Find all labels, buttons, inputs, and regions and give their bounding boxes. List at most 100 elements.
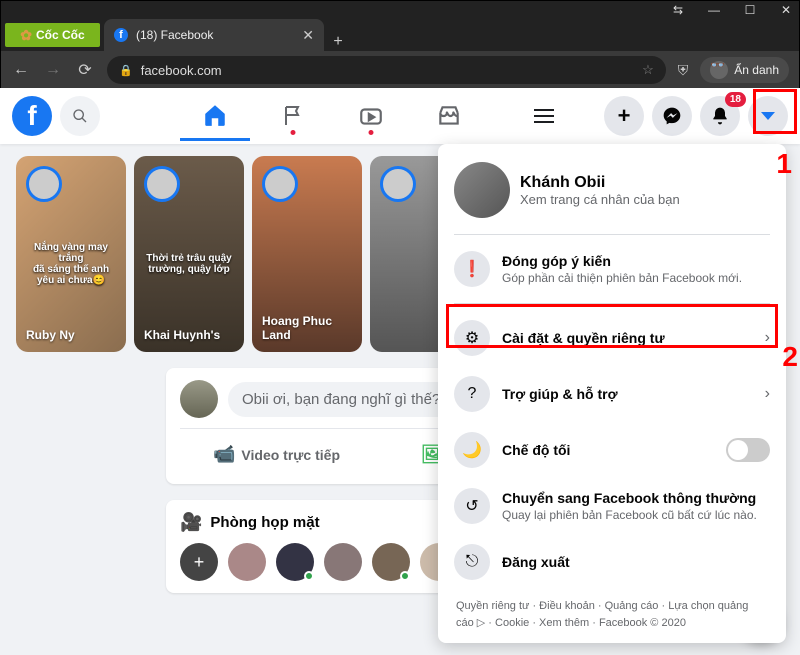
logout-label: Đăng xuất (502, 554, 570, 570)
story-card[interactable]: Nắng vàng may trắng đã sáng thế anh yêu … (16, 156, 126, 352)
room-friend-avatar[interactable] (372, 543, 410, 581)
room-friend-avatar[interactable] (228, 543, 266, 581)
dropdown-settings-privacy[interactable]: ⚙ Cài đặt & quyền riêng tư › (446, 310, 778, 366)
create-room-button[interactable]: + (180, 543, 218, 581)
story-caption: Nắng vàng may trắng đã sáng thế anh yêu … (22, 242, 121, 286)
search-button[interactable] (60, 96, 100, 136)
window-swap-icon[interactable]: ⇆ (671, 3, 685, 17)
menu-hamburger[interactable] (524, 96, 564, 136)
story-author: Khai Huynh's (144, 328, 234, 342)
story-author: Hoang Phuc Land (262, 314, 352, 342)
nav-marketplace[interactable] (414, 91, 484, 141)
url-text: facebook.com (141, 63, 222, 78)
facebook-favicon-icon: f (114, 28, 128, 42)
story-author: Ruby Ny (26, 328, 116, 342)
messenger-icon (662, 106, 682, 126)
moon-icon: 🌙 (454, 432, 490, 468)
help-label: Trợ giúp & hỗ trợ (502, 386, 618, 402)
star-icon[interactable]: ☆ (642, 62, 654, 78)
tab-strip: Cốc Cốc f (18) Facebook ✕ + (1, 19, 799, 51)
forward-icon[interactable]: → (43, 61, 63, 79)
bell-icon (710, 106, 730, 126)
account-menu-button[interactable] (748, 96, 788, 136)
room-friend-avatar[interactable] (276, 543, 314, 581)
new-tab-button[interactable]: + (324, 33, 352, 51)
chevron-right-icon: › (765, 329, 770, 347)
reload-icon[interactable]: ⟳ (75, 60, 95, 80)
story-card[interactable]: Thời trẻ trâu quậy trường, quậy lớp Khai… (134, 156, 244, 352)
window-minimize-icon[interactable]: — (707, 3, 721, 17)
separator (454, 234, 770, 235)
annotation-number-1: 1 (776, 148, 792, 180)
nav-pages[interactable] (258, 91, 328, 141)
dropdown-classic-fb[interactable]: ↺ Chuyển sang Facebook thông thường Quay… (446, 478, 778, 534)
flag-icon (281, 104, 305, 128)
switch-icon: ↺ (454, 488, 490, 524)
coccoc-brand-button[interactable]: Cốc Cốc (5, 23, 100, 47)
shield-icon[interactable]: ⛨ (678, 62, 689, 79)
plus-icon: + (618, 103, 631, 129)
story-avatar (144, 166, 180, 202)
window-titlebar: ⇆ — ☐ ✕ (1, 1, 799, 19)
home-icon (202, 102, 228, 128)
separator (454, 303, 770, 304)
dark-label: Chế độ tối (502, 442, 570, 458)
messenger-button[interactable] (652, 96, 692, 136)
right-nav: + 18 (604, 96, 788, 136)
story-caption: Thời trẻ trâu quậy trường, quậy lớp (140, 253, 239, 275)
facebook-page: f + (0, 88, 800, 655)
notifications-button[interactable]: 18 (700, 96, 740, 136)
online-dot-icon (400, 571, 410, 581)
settings-label: Cài đặt & quyền riêng tư (502, 330, 665, 346)
live-video-label: Video trực tiếp (241, 447, 340, 463)
dropdown-help-support[interactable]: ? Trợ giúp & hỗ trợ › (446, 366, 778, 422)
live-video-button[interactable]: 📹 Video trực tiếp (180, 437, 373, 472)
url-input[interactable]: 🔒 facebook.com ☆ (107, 56, 666, 84)
avatar[interactable] (180, 380, 218, 418)
feedback-icon: ❗ (454, 251, 490, 287)
online-dot-icon (304, 571, 314, 581)
window-maximize-icon[interactable]: ☐ (743, 3, 757, 17)
incognito-icon (710, 61, 728, 79)
profile-sublabel: Xem trang cá nhân của bạn (520, 192, 680, 207)
browser-tab-facebook[interactable]: f (18) Facebook ✕ (104, 19, 324, 51)
rooms-title: Phòng họp mặt (210, 514, 319, 531)
search-icon (72, 108, 88, 124)
facebook-logo-icon[interactable]: f (12, 96, 52, 136)
nav-home[interactable] (180, 91, 250, 141)
notification-badge: 18 (725, 92, 746, 107)
classic-title: Chuyển sang Facebook thông thường (502, 490, 757, 506)
dropdown-footer-links[interactable]: Quyền riêng tư · Điều khoản · Quảng cáo … (446, 590, 778, 635)
lock-icon: 🔒 (119, 64, 133, 77)
notification-dot-icon (291, 130, 296, 135)
video-camera-icon: 📹 (213, 444, 235, 465)
logout-icon: ⎋ (454, 544, 490, 580)
account-dropdown: Khánh Obii Xem trang cá nhân của bạn ❗ Đ… (438, 144, 786, 643)
story-avatar (26, 166, 62, 202)
room-friend-avatar[interactable] (324, 543, 362, 581)
story-card[interactable]: Hoang Phuc Land (252, 156, 362, 352)
story-avatar (380, 166, 416, 202)
window-close-icon[interactable]: ✕ (779, 3, 793, 17)
notification-dot-icon (369, 130, 374, 135)
classic-sub: Quay lại phiên bản Facebook cũ bất cứ lú… (502, 508, 757, 522)
dropdown-logout[interactable]: ⎋ Đăng xuất (446, 534, 778, 590)
create-button[interactable]: + (604, 96, 644, 136)
watch-icon (358, 103, 384, 129)
nav-watch[interactable] (336, 91, 406, 141)
dropdown-profile-link[interactable]: Khánh Obii Xem trang cá nhân của bạn (446, 152, 778, 228)
incognito-badge[interactable]: Ẩn danh (700, 57, 789, 83)
dark-mode-toggle[interactable] (726, 438, 770, 462)
annotation-number-2: 2 (782, 341, 798, 373)
story-avatar (262, 166, 298, 202)
dropdown-feedback[interactable]: ❗ Đóng góp ý kiến Góp phần cải thiện phi… (446, 241, 778, 297)
feedback-sub: Góp phần cải thiện phiên bản Facebook mớ… (502, 271, 742, 285)
rooms-camera-icon: 🎥 (180, 512, 202, 533)
dropdown-dark-mode[interactable]: 🌙 Chế độ tối (446, 422, 778, 478)
facebook-topnav: f + (0, 88, 800, 144)
back-icon[interactable]: ← (11, 61, 31, 79)
chevron-right-icon: › (765, 385, 770, 403)
browser-chrome: ⇆ — ☐ ✕ Cốc Cốc f (18) Facebook ✕ + ← → … (1, 1, 799, 89)
close-tab-icon[interactable]: ✕ (302, 27, 314, 44)
center-nav (180, 91, 524, 141)
